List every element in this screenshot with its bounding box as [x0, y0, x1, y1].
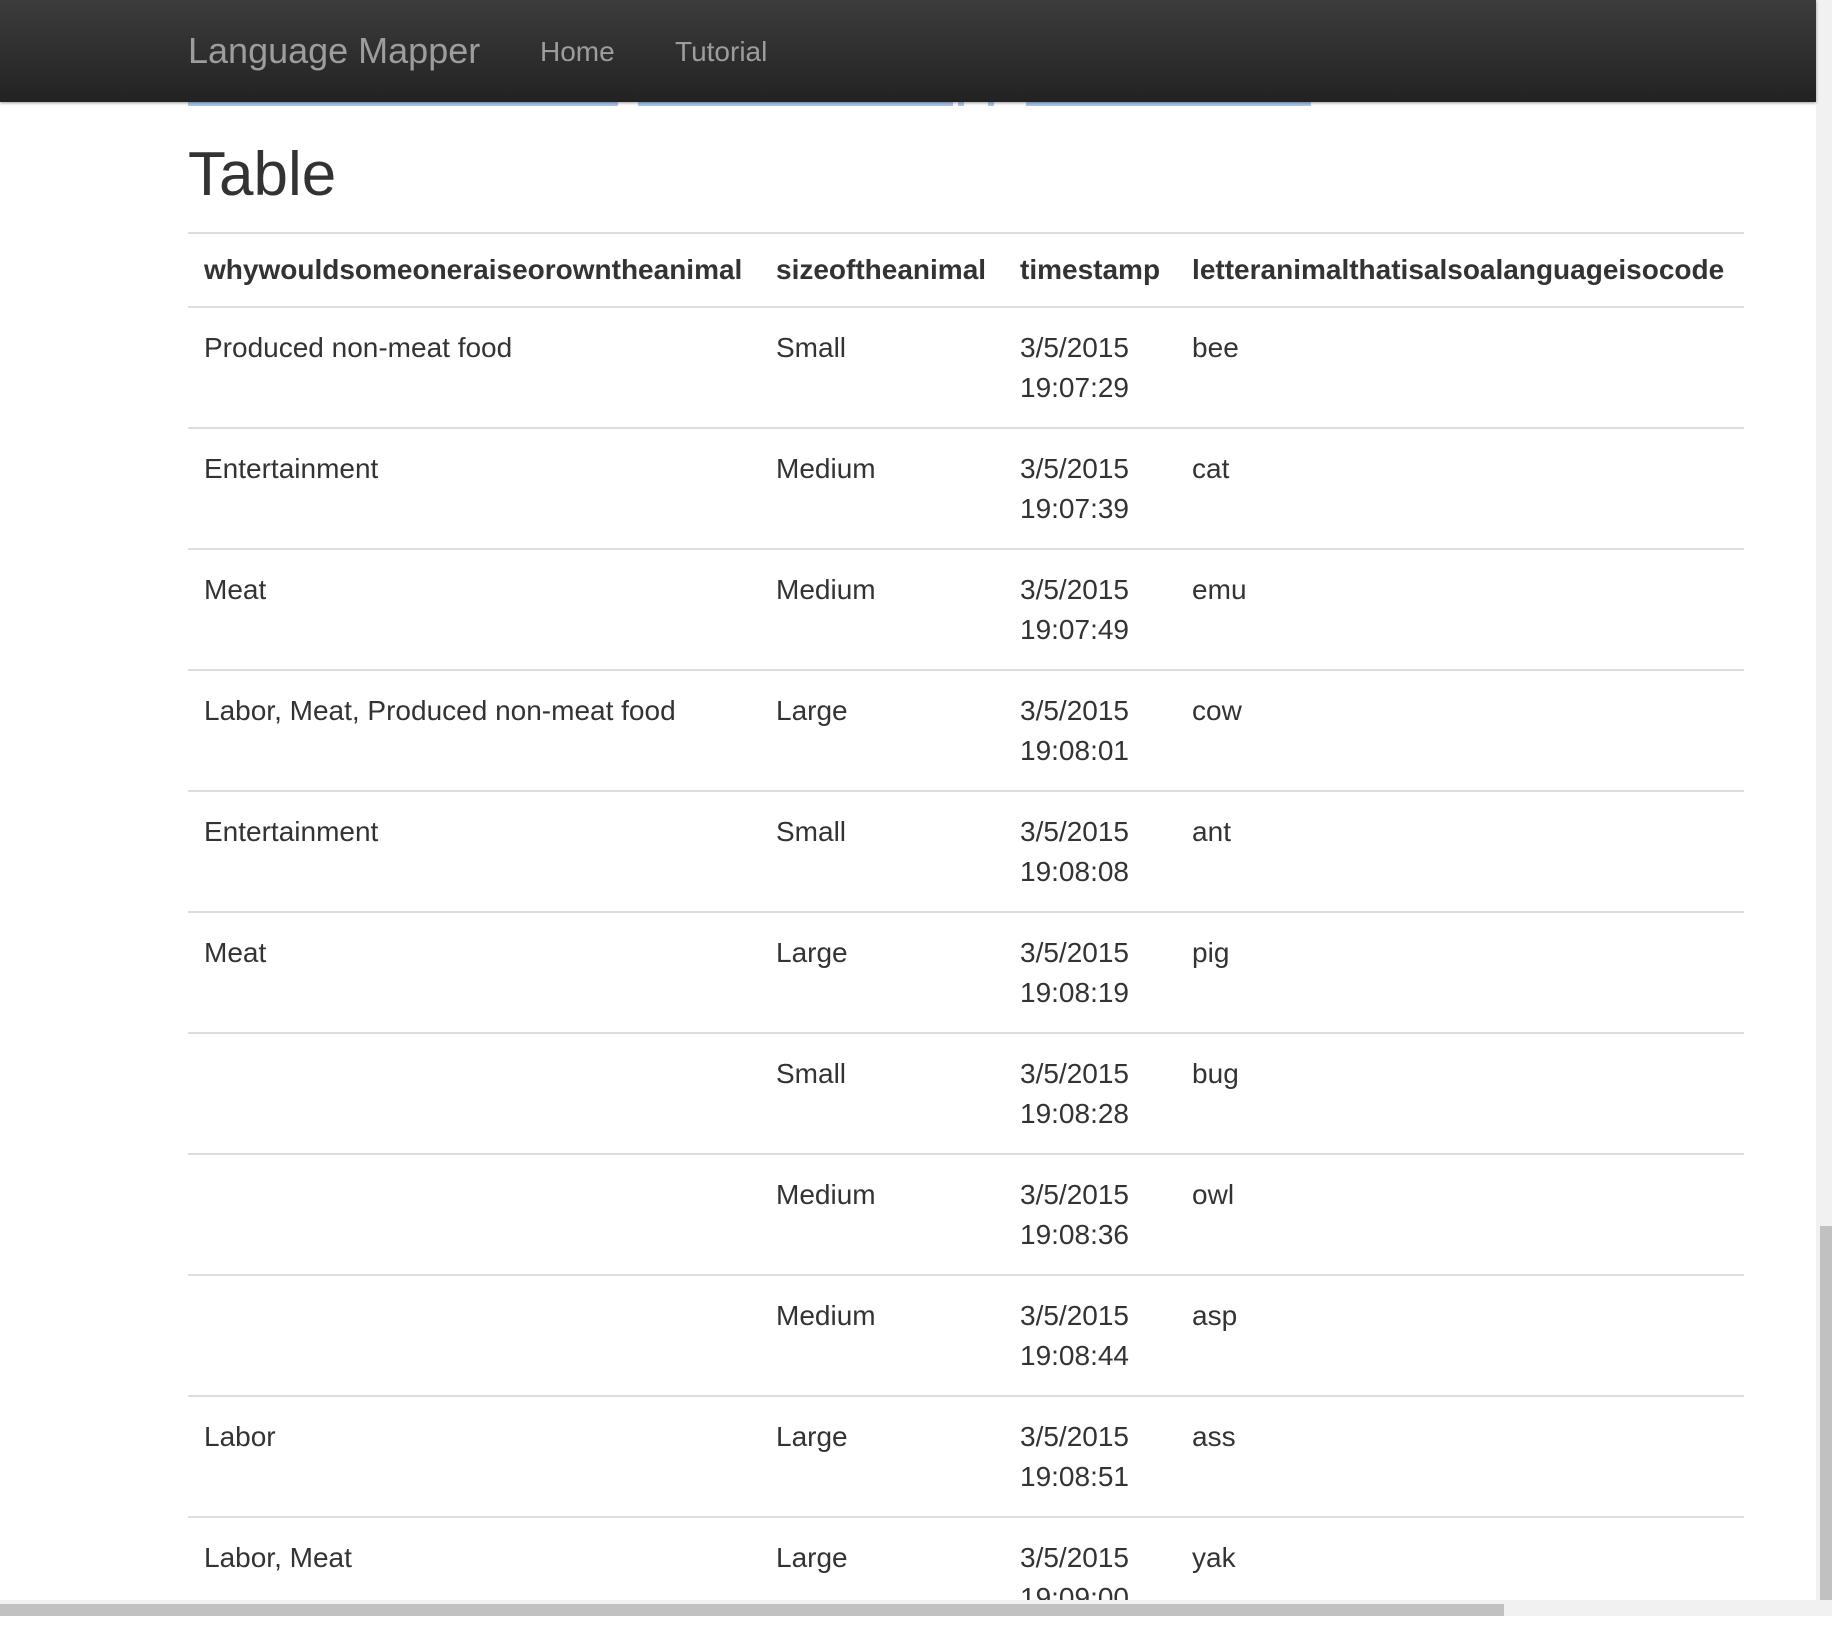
cell-reason — [188, 1275, 760, 1397]
horizontal-scrollbar-thumb[interactable] — [0, 1604, 1504, 1616]
table-body: Produced non-meat food Small 3/5/2015 19:07… — [188, 307, 1744, 1637]
top-navbar: Language Mapper Home Tutorial — [0, 0, 1816, 102]
cell-reason: Produced non-meat food — [188, 307, 760, 429]
cell-size: Medium — [760, 549, 1004, 671]
timestamp-time: 19:08:28 — [1020, 1098, 1129, 1129]
cell-size: Small — [760, 791, 1004, 913]
cell-code: cat — [1176, 428, 1744, 550]
cell-code: ant — [1176, 791, 1744, 913]
column-header-code[interactable]: letteranimalthatisalsoalanguageisocode — [1176, 232, 1744, 308]
cell-reason: Meat — [188, 912, 760, 1034]
column-header-timestamp[interactable]: timestamp — [1004, 232, 1177, 308]
cell-code: yak — [1192, 1542, 1236, 1573]
cell-code: pig — [1176, 912, 1744, 1034]
column-header-reason[interactable]: whywouldsomeoneraiseorowntheanimal — [188, 232, 760, 308]
cell-code: emu — [1176, 549, 1744, 671]
table-row: Labor, Meat Large 3/5/2015 19:09:00 yak — [188, 1517, 1744, 1637]
cell-timestamp: 3/5/2015 19:08:51 — [1004, 1396, 1177, 1518]
timestamp-time: 19:08:01 — [1020, 735, 1129, 766]
table-row: Medium 3/5/2015 19:08:36 owl — [188, 1154, 1744, 1276]
cell-code: bug — [1176, 1033, 1744, 1155]
cell-reason: Entertainment — [188, 791, 760, 913]
timestamp-time: 19:08:08 — [1020, 856, 1129, 887]
table-row: Meat Large 3/5/2015 19:08:19 pig — [188, 912, 1744, 1034]
cell-timestamp: 3/5/2015 19:08:36 — [1004, 1154, 1177, 1276]
cell-timestamp: 3/5/2015 19:08:44 — [1004, 1275, 1177, 1397]
nav-home-link[interactable]: Home — [540, 36, 615, 68]
timestamp-date: 3/5/2015 — [1020, 937, 1129, 968]
table-row: Medium 3/5/2015 19:08:44 asp — [188, 1275, 1744, 1397]
cell-code: ass — [1176, 1396, 1744, 1518]
timestamp-date: 3/5/2015 — [1020, 1058, 1129, 1089]
cell-size: Medium — [760, 428, 1004, 550]
cell-size: Large — [760, 670, 1004, 792]
timestamp-date: 3/5/2015 — [1020, 574, 1129, 605]
cell-reason: Labor, Meat, Produced non-meat food — [188, 670, 760, 792]
cell-size: Medium — [760, 1275, 1004, 1397]
cell-size: Large — [760, 1396, 1004, 1518]
cell-timestamp: 3/5/2015 19:08:28 — [1004, 1033, 1177, 1155]
timestamp-date: 3/5/2015 — [1020, 1421, 1129, 1452]
timestamp-time: 19:08:51 — [1020, 1461, 1129, 1492]
table-row: Labor Large 3/5/2015 19:08:51 ass — [188, 1396, 1744, 1518]
map-visual-edge — [188, 102, 1311, 107]
cell-reason: Labor — [188, 1396, 760, 1518]
table-row: Entertainment Small 3/5/2015 19:08:08 ant — [188, 791, 1744, 913]
timestamp-date: 3/5/2015 — [1020, 695, 1129, 726]
cell-timestamp: 3/5/2015 19:07:39 — [1004, 428, 1177, 550]
timestamp-date: 3/5/2015 — [1020, 1179, 1129, 1210]
timestamp-time: 19:08:44 — [1020, 1340, 1129, 1371]
page-title: Table — [188, 140, 337, 209]
cell-timestamp: 3/5/2015 19:09:00 — [1004, 1517, 1176, 1637]
timestamp-date: 3/5/2015 — [1020, 332, 1129, 363]
table-header-row: whywouldsomeoneraiseorowntheanimal sizeo… — [188, 232, 1744, 308]
table-row: Meat Medium 3/5/2015 19:07:49 emu — [188, 549, 1744, 671]
cell-timestamp: 3/5/2015 19:08:01 — [1004, 670, 1177, 792]
cell-size: Large — [760, 912, 1004, 1034]
column-header-size[interactable]: sizeoftheanimal — [760, 232, 1004, 308]
timestamp-time: 19:08:19 — [1020, 977, 1129, 1008]
cell-reason — [188, 1154, 760, 1276]
cell-timestamp: 3/5/2015 19:08:08 — [1004, 791, 1177, 913]
cell-timestamp: 3/5/2015 19:07:29 — [1004, 307, 1177, 429]
cell-size: Small — [760, 307, 1004, 429]
cell-size: Small — [760, 1033, 1004, 1155]
timestamp-date: 3/5/2015 — [1020, 816, 1129, 847]
table-row: Produced non-meat food Small 3/5/2015 19:07… — [188, 307, 1744, 429]
table-row: Small 3/5/2015 19:08:28 bug — [188, 1033, 1744, 1155]
timestamp-time: 19:07:39 — [1020, 493, 1129, 524]
cell-code: cow — [1176, 670, 1744, 792]
cell-reason: Labor, Meat — [204, 1542, 352, 1573]
cell-reason — [188, 1033, 760, 1155]
cell-code: owl — [1176, 1154, 1744, 1276]
cell-timestamp: 3/5/2015 19:07:49 — [1004, 549, 1177, 671]
timestamp-date: 3/5/2015 — [1020, 1300, 1129, 1331]
timestamp-date: 3/5/2015 — [1020, 1542, 1129, 1573]
timestamp-time: 19:08:36 — [1020, 1219, 1129, 1250]
cell-size: Large — [776, 1542, 848, 1573]
cell-size: Medium — [760, 1154, 1004, 1276]
timestamp-time: 19:07:49 — [1020, 614, 1129, 645]
cell-reason: Entertainment — [188, 428, 760, 550]
cell-code: bee — [1176, 307, 1744, 429]
cell-timestamp: 3/5/2015 19:08:19 — [1004, 912, 1177, 1034]
timestamp-time: 19:07:29 — [1020, 372, 1129, 403]
table-row: Entertainment Medium 3/5/2015 19:07:39 cat — [188, 428, 1744, 550]
brand-link[interactable]: Language Mapper — [188, 30, 480, 72]
table-row: Labor, Meat, Produced non-meat food Large… — [188, 670, 1744, 792]
timestamp-date: 3/5/2015 — [1020, 453, 1129, 484]
cell-reason: Meat — [188, 549, 760, 671]
cell-code: asp — [1176, 1275, 1744, 1397]
vertical-scrollbar-thumb[interactable] — [1820, 1226, 1832, 1600]
data-table: whywouldsomeoneraiseorowntheanimal sizeo… — [188, 232, 1744, 1637]
nav-tutorial-link[interactable]: Tutorial — [675, 36, 767, 68]
